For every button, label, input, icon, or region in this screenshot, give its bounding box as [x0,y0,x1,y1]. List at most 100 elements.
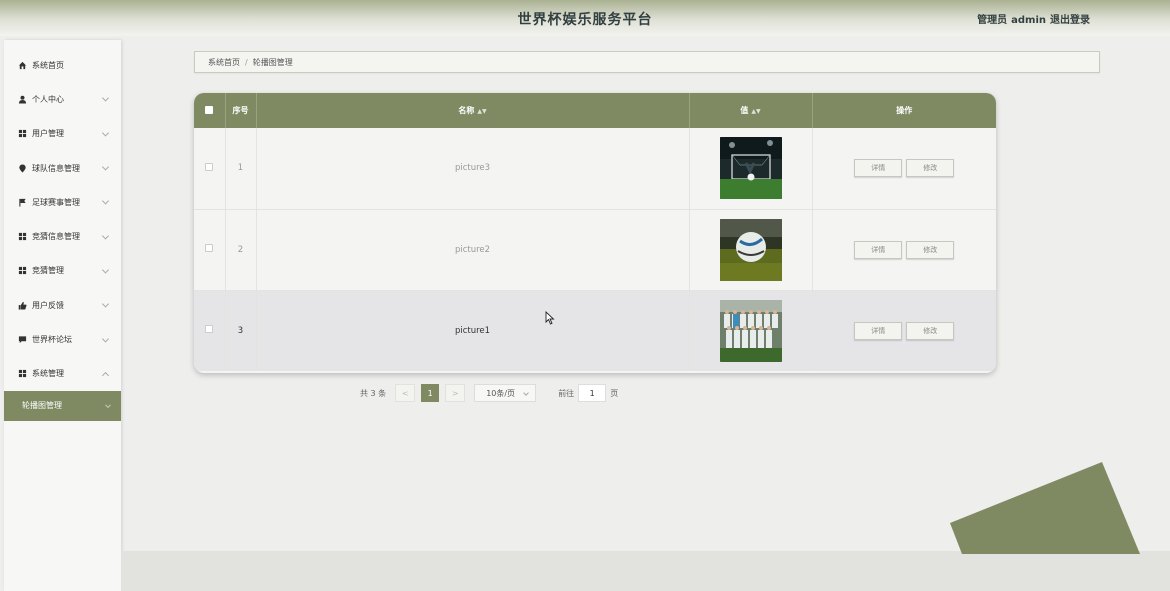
sidebar-subitem-label: 轮播图管理 [22,401,62,411]
page-suffix: 页 [610,388,619,398]
user-role: 管理员 [977,15,1008,26]
sidebar-item-label: 竞猜信息管理 [32,232,80,242]
row-name: picture2 [256,209,690,291]
column-header-name-label: 名称 [458,106,475,115]
sidebar-item-label: 个人中心 [32,94,64,104]
row-actions: 详情 修改 [812,128,996,210]
home-icon [17,60,27,70]
row-checkbox[interactable] [205,162,214,171]
sidebar-item-team-info[interactable]: 球队信息管理 [4,151,121,185]
pagination-total: 共 3 条 [360,388,387,398]
select-all-checkbox[interactable] [205,105,214,114]
table-row: 1 picture3 详情 修改 [194,128,996,210]
goto-page-input[interactable] [578,384,607,402]
footer-band [121,551,1170,591]
chat-icon [17,335,27,345]
sidebar-item-match-management[interactable]: 足球赛事管理 [4,185,121,219]
sidebar-item-label: 足球赛事管理 [32,197,80,207]
row-index: 2 [225,209,257,291]
team-photo[interactable] [719,299,782,362]
table-row: 2 picture2 详情 修改 [194,209,996,291]
location-pin-icon [17,163,27,173]
flag-icon [17,197,27,207]
breadcrumb: 系统首页 / 轮播图管理 [194,51,1100,73]
breadcrumb-current: 轮播图管理 [252,57,293,67]
table-row: 3 picture1 详情 修改 [194,290,996,371]
sidebar-item-guess-management[interactable]: 竞猜管理 [4,254,121,288]
page-size-select[interactable]: 10条/页 [474,384,537,402]
row-index: 3 [225,290,257,371]
sort-icon: ▲▼ [751,108,761,115]
decorative-shape [950,462,1140,554]
page-number-button[interactable]: 1 [421,384,440,402]
column-header-value[interactable]: 值 ▲▼ [689,93,813,128]
sidebar-item-forum[interactable]: 世界杯论坛 [4,322,121,356]
row-value-cell [689,128,813,210]
sidebar-item-label: 球队信息管理 [32,163,80,173]
mouse-pointer-icon [545,311,555,325]
breadcrumb-home[interactable]: 系统首页 [208,57,240,68]
row-name: picture3 [256,128,690,210]
column-header-name[interactable]: 名称 ▲▼ [256,93,690,128]
detail-button[interactable]: 详情 [854,321,903,340]
sidebar-item-label: 用户反馈 [32,300,64,310]
breadcrumb-separator: / [245,57,248,67]
row-value-cell [689,209,813,291]
chevron-down-icon [101,129,110,137]
sidebar-menu: 系统首页 个人中心 用户管理 球队信息管理 足球赛事管理 竞猜信息管理 竞猜管理… [4,40,121,591]
sort-icon: ▲▼ [477,108,487,115]
sidebar-item-home[interactable]: 系统首页 [4,48,121,82]
username: admin [1011,15,1046,26]
chevron-down-icon [101,163,110,171]
row-actions: 详情 修改 [812,290,996,371]
pagination: 共 3 条 < 1 > 10条/页 前往 页 [360,384,618,402]
sidebar-item-user-management[interactable]: 用户管理 [4,117,121,151]
chevron-down-icon [101,197,110,205]
top-header: 世界杯娱乐服务平台 管理员 admin 退出登录 [0,0,1170,36]
thumbs-up-icon [17,300,27,310]
edit-button[interactable]: 修改 [906,321,955,340]
chevron-down-icon [101,94,110,102]
next-page-button[interactable]: > [445,384,466,402]
row-select-cell [194,209,226,291]
detail-button[interactable]: 详情 [854,159,903,178]
row-index: 1 [225,128,257,210]
grid-icon [17,129,27,139]
sidebar-item-system-management[interactable]: 系统管理 [4,357,121,391]
goto-label: 前往 [558,388,575,398]
chevron-right-icon [105,402,111,408]
sidebar-item-label: 系统管理 [32,369,64,379]
chevron-down-icon [101,232,110,240]
row-checkbox[interactable] [205,244,214,252]
logout-link[interactable]: 退出登录 [1050,15,1090,26]
chevron-up-icon [101,371,110,379]
grid-icon [17,369,27,379]
row-checkbox[interactable] [205,325,214,334]
sidebar-item-user-feedback[interactable]: 用户反馈 [4,288,121,322]
grid-icon [17,266,27,276]
page-size-value: 10条/页 [486,388,516,398]
user-info: 管理员 admin 退出登录 [973,11,1090,26]
row-select-cell [194,290,226,371]
sidebar-subitem-carousel-management[interactable]: 轮播图管理 [4,390,121,421]
sidebar-item-label: 竞猜管理 [32,266,64,276]
detail-button[interactable]: 详情 [854,240,903,259]
sidebar-item-personal-center[interactable]: 个人中心 [4,82,121,116]
row-value-cell [689,290,813,371]
sidebar-item-label: 世界杯论坛 [32,335,72,345]
edit-button[interactable]: 修改 [906,159,955,178]
edit-button[interactable]: 修改 [906,240,955,259]
user-icon [17,94,27,104]
stadium-goal-photo[interactable] [719,137,782,200]
grid-icon [17,232,27,242]
sidebar-item-guess-info[interactable]: 竞猜信息管理 [4,219,121,253]
chevron-down-icon [101,266,110,274]
row-name: picture1 [256,290,690,371]
sidebar-item-label: 用户管理 [32,129,64,139]
table-header-row: 序号 名称 ▲▼ 值 ▲▼ 操作 [194,93,996,128]
row-actions: 详情 修改 [812,209,996,291]
chevron-down-icon [101,300,110,308]
football-on-pitch-photo[interactable] [719,218,782,281]
row-select-cell [194,128,226,210]
prev-page-button[interactable]: < [395,384,416,402]
